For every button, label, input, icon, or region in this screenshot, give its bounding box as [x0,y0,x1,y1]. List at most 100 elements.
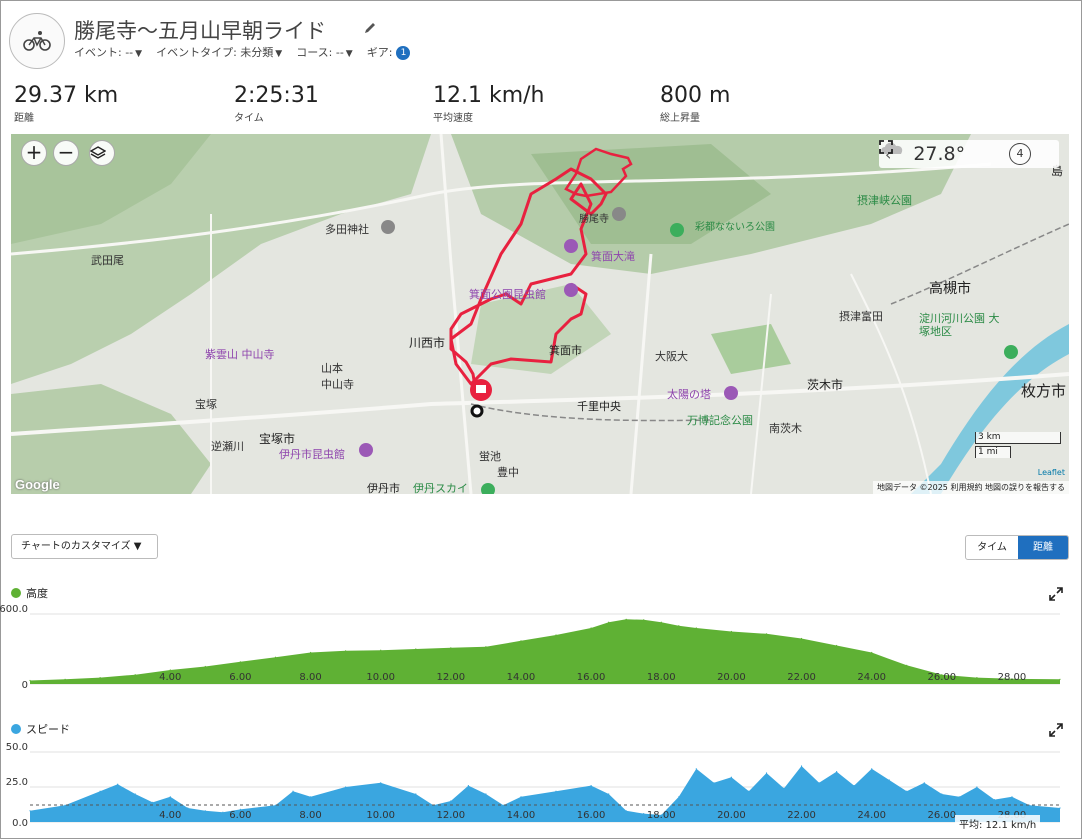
place-label: 伊丹市 [367,482,400,494]
x-tick-label: 4.00 [159,672,181,683]
data-point [152,801,154,803]
data-point [345,650,347,652]
data-point [169,796,171,798]
place-label: 枚方市 [1021,382,1067,400]
data-point [204,665,206,668]
zoom-out-button[interactable]: − [53,140,79,166]
place-label: 摂津富田 [839,310,883,323]
data-point [993,799,996,801]
data-point [800,637,803,640]
data-point [502,804,504,806]
edit-pencil-icon[interactable] [362,20,378,36]
event-dropdown[interactable]: イベント: -- ▼ [74,44,142,60]
route-map[interactable]: 勝尾寺 彩都なないろ公園 摂津峡公園 高槻市 摂津富田 淀川河川公園 大塚地区 … [11,134,1069,494]
gear-count-badge: 1 [396,46,411,60]
expand-icon[interactable] [1049,586,1063,601]
activity-meta: イベント: -- ▼ イベントタイプ: 未分類 ▼ コース: -- ▼ ギア: 1 [74,44,411,60]
gear-field[interactable]: ギア: 1 [367,44,411,60]
data-point [450,647,452,649]
place-label: 川西市 [409,336,446,350]
data-point [783,787,785,789]
place-label: 豊中 [497,466,519,479]
data-point [748,790,750,792]
place-label: 南茨木 [769,422,802,435]
data-point [976,786,978,788]
speed-chart[interactable]: 0.0 25.0 50.0 4.00 6.00 8.00 10.00 12.00 14.00 16… [0,738,1082,838]
data-point [64,804,66,806]
data-point [239,661,241,663]
data-point [117,783,119,785]
data-point [695,768,697,770]
data-point [695,627,697,629]
chart-axis-toggle[interactable]: タイム 距離 [965,535,1069,560]
expand-icon[interactable] [1049,722,1063,737]
data-point [660,621,662,623]
x-tick-label: 14.00 [507,672,536,683]
data-point [187,807,189,809]
data-point [590,627,592,629]
place-label: 彩都なないろ公園 [695,222,775,233]
series-area [30,619,1060,684]
leaflet-link[interactable]: Leaflet [1038,468,1065,477]
event-label: イベント: -- [74,46,134,59]
data-point [520,640,522,642]
zoom-in-button[interactable]: + [21,140,47,166]
chart-customize-dropdown[interactable]: チャートのカスタマイズ ▼ [11,534,158,559]
x-tick-label: 16.00 [577,672,606,683]
cycling-icon [9,13,65,69]
data-point [625,618,627,620]
place-label: 宝塚市 [259,432,296,446]
data-point [941,793,943,795]
data-point [310,651,312,654]
y-tick-label: 0.0 [12,818,28,829]
toggle-distance[interactable]: 距離 [1018,536,1068,559]
data-point [310,796,312,798]
place-label: 箕面大滝 [591,250,635,263]
data-point [1059,678,1061,680]
stat-distance: 29.37 km 距離 [14,83,118,124]
course-dropdown[interactable]: コース: -- ▼ [296,44,353,60]
x-tick-label: 26.00 [927,810,956,821]
x-tick-label: 4.00 [159,810,181,821]
stat-label: 総上昇量 [660,113,700,124]
stat-value: 29.37 km [14,83,119,108]
data-point [1011,796,1013,798]
stat-avg-speed: 12.1 km/h 平均速度 [433,83,545,124]
x-tick-label: 8.00 [299,672,321,683]
x-tick-label: 20.00 [717,672,746,683]
stat-value: 12.1 km/h [433,83,545,108]
place-label: 千里中央 [577,400,621,413]
scale-km: 3 km [975,432,1061,444]
data-point [643,813,645,815]
y-tick-label: 25.0 [6,777,28,788]
data-point [555,634,557,636]
data-point [64,678,66,680]
stat-elevation-gain: 800 m 総上昇量 [660,83,730,124]
weather-panel[interactable]: ‹ 27.8° 4 [879,140,1059,168]
scale-mi: 1 mi [975,446,1011,458]
map-attribution[interactable]: 地図データ ©2025 利用規約 地図の誤りを報告する [873,481,1069,494]
layers-icon[interactable] [89,140,115,166]
x-tick-label: 12.00 [437,810,466,821]
legend-dot [11,724,21,734]
data-point [730,776,733,778]
data-point [713,782,715,784]
data-point [853,785,855,787]
x-tick-label: 8.00 [299,810,321,821]
place-label: 紫雲山 中山寺 [205,348,275,361]
data-point [274,656,277,658]
elevation-chart[interactable]: 0 600.0 4.00 6.00 8.00 10.00 12.00 14.00 16.00 18… [0,600,1082,700]
data-point [134,793,136,795]
toggle-time[interactable]: タイム [966,536,1018,559]
data-point [274,804,277,806]
event-type-dropdown[interactable]: イベントタイプ: 未分類 ▼ [156,44,282,60]
x-tick-label: 24.00 [857,672,886,683]
data-point [134,674,136,676]
data-point [99,677,101,679]
data-point [29,679,31,682]
place-label: 高槻市 [929,281,971,297]
data-point [222,811,224,813]
place-label: 摂津峡公園 [857,194,912,207]
data-point [906,664,908,666]
chevron-down-icon: ▼ [135,49,143,59]
